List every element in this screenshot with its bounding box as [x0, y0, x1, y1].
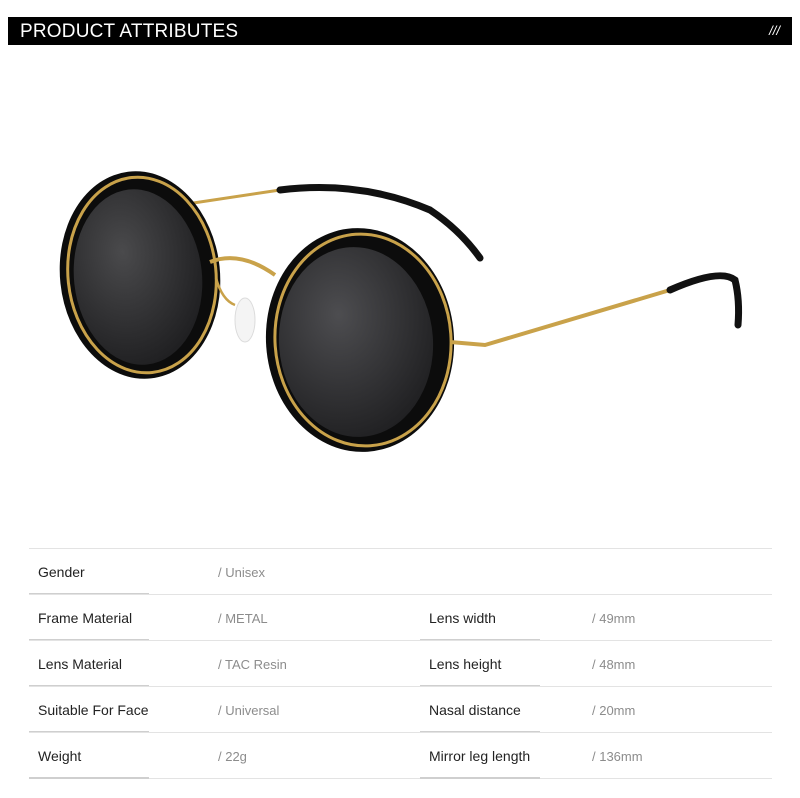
sunglasses-image [59, 171, 743, 452]
spec-value: / 49mm [592, 611, 636, 626]
spec-label: Mirror leg length [420, 733, 600, 779]
spec-label: Lens height [420, 641, 600, 687]
spec-value: / 20mm [592, 703, 636, 718]
spec-label: Weight [29, 733, 209, 779]
spec-label: Suitable For Face [29, 687, 209, 733]
spec-value: / 136mm [592, 749, 643, 764]
header-bar: PRODUCT ATTRIBUTES /// [8, 17, 792, 45]
spec-row: Weight / 22g Mirror leg length / 136mm [29, 732, 772, 779]
spec-row: Lens Material / TAC Resin Lens height / … [29, 640, 772, 687]
spec-value: / Unisex [218, 565, 265, 580]
spec-label: Lens width [420, 595, 600, 641]
spec-label: Gender [29, 549, 209, 595]
spec-value: / 22g [218, 749, 247, 764]
spec-table: Gender / Unisex Frame Material / METAL L… [29, 548, 772, 779]
spec-row: Suitable For Face / Universal Nasal dist… [29, 686, 772, 733]
spec-value: / Universal [218, 703, 280, 718]
spec-label: Nasal distance [420, 687, 600, 733]
spec-value: / 48mm [592, 657, 636, 672]
spec-row: Frame Material / METAL Lens width / 49mm [29, 594, 772, 641]
spec-row: Gender / Unisex [29, 548, 772, 595]
spec-value: / METAL [218, 611, 268, 626]
header-slash-mark: /// [769, 23, 780, 38]
spec-label: Lens Material [29, 641, 209, 687]
spec-label: Frame Material [29, 595, 209, 641]
spec-value: / TAC Resin [218, 657, 287, 672]
page-title: PRODUCT ATTRIBUTES [20, 21, 239, 42]
